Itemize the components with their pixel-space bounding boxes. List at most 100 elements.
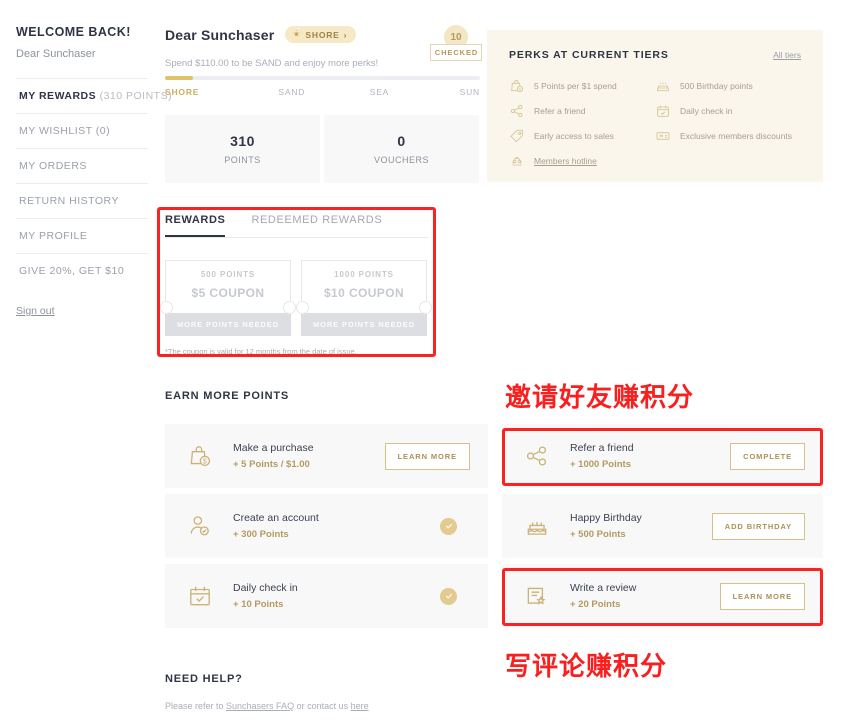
earn-row-points: + 20 Points — [570, 599, 720, 610]
vouchers-value: 0 — [397, 133, 405, 149]
coupon-points: 500 POINTS — [201, 270, 255, 279]
tab-rewards[interactable]: REWARDS — [165, 214, 225, 237]
svg-text:$: $ — [203, 459, 207, 466]
earn-row-make-a-purchase: $ Make a purchase + 5 Points / $1.00 LEA… — [165, 424, 488, 488]
complete-button[interactable]: COMPLETE — [730, 443, 805, 470]
tab-redeemed-rewards[interactable]: REDEEMED REWARDS — [251, 214, 382, 237]
perk-label: Early access to sales — [534, 131, 614, 141]
earn-row-text: Happy Birthday + 500 Points — [570, 512, 712, 540]
sign-out-link[interactable]: Sign out — [16, 305, 55, 317]
perk-label: 5 Points per $1 spend — [534, 81, 617, 91]
earn-row-name: Write a review — [570, 582, 720, 594]
coupon-validity-note: *The coupon is valid for 12 months from … — [165, 347, 428, 356]
tier-labels: SHORE SAND SEA SUN — [165, 87, 480, 97]
calendar-check-icon — [187, 583, 213, 609]
chevron-right-icon: › — [344, 30, 348, 40]
welcome-subtitle: Dear Sunchaser — [16, 48, 148, 60]
all-tiers-link[interactable]: All tiers — [773, 50, 801, 60]
perk-item: Exclusive members discounts — [655, 123, 801, 148]
earn-more-points-title: EARN MORE POINTS — [165, 390, 289, 402]
cake-icon — [524, 513, 550, 539]
earn-row-points: + 1000 Points — [570, 459, 730, 470]
earn-row-text: Create an account + 300 Points — [233, 512, 440, 540]
completed-check-icon — [440, 518, 457, 535]
coupon-redeem-button[interactable]: MORE POINTS NEEDED — [165, 313, 291, 336]
perk-label: Exclusive members discounts — [680, 131, 792, 141]
sidebar-item-my-wishlist[interactable]: MY WISHLIST (0) — [16, 113, 148, 148]
earn-row-name: Daily check in — [233, 582, 440, 594]
user-check-icon — [187, 513, 213, 539]
earn-row-points: + 500 Points — [570, 529, 712, 540]
share-icon — [509, 103, 525, 119]
sidebar-item-my-profile[interactable]: MY PROFILE — [16, 218, 148, 253]
learn-more-button[interactable]: LEARN MORE — [385, 443, 470, 470]
calendar-check-icon — [655, 103, 671, 119]
bag-dollar-icon: $ — [509, 78, 525, 94]
rewards-page: WELCOME BACK! Dear Sunchaser MY REWARDS … — [0, 0, 847, 727]
need-help-text: Please refer to Sunchasers FAQ or contac… — [165, 701, 369, 711]
current-tier-pill[interactable]: SHORE › — [285, 26, 356, 43]
stat-cards: 310 POINTS 0 VOUCHERS — [165, 115, 479, 183]
contact-link[interactable]: here — [351, 701, 369, 711]
learn-more-button[interactable]: LEARN MORE — [720, 583, 805, 610]
share-icon — [524, 443, 550, 469]
help-text-prefix: Please refer to — [165, 701, 226, 711]
coupon-value: $10 COUPON — [324, 286, 404, 300]
earn-row-points: + 300 Points — [233, 529, 440, 540]
coupon-value: $5 COUPON — [192, 286, 265, 300]
checked-badge[interactable]: 10 CHECKED — [430, 25, 482, 61]
perk-item: $ 5 Points per $1 spend — [509, 73, 655, 98]
earn-row-create-an-account: Create an account + 300 Points — [165, 494, 488, 558]
sidebar-item-give-get[interactable]: GIVE 20%, GET $10 — [16, 253, 148, 288]
sidebar-item-label: MY REWARDS — [19, 90, 96, 102]
perk-label: Refer a friend — [534, 106, 586, 116]
spend-progress-note: Spend $110.00 to be SAND and enjoy more … — [165, 58, 378, 69]
points-label: POINTS — [224, 155, 261, 165]
tier-label-shore: SHORE — [165, 87, 278, 97]
vouchers-label: VOUCHERS — [374, 155, 429, 165]
earn-row-points: + 5 Points / $1.00 — [233, 459, 385, 470]
earn-row-name: Happy Birthday — [570, 512, 712, 524]
greeting-row: Dear Sunchaser SHORE › — [165, 26, 356, 43]
faq-link[interactable]: Sunchasers FAQ — [226, 701, 294, 711]
earn-row-name: Refer a friend — [570, 442, 730, 454]
perks-list: $ 5 Points per $1 spend 500 Birthday poi… — [509, 73, 801, 173]
perk-item: Daily check in — [655, 98, 801, 123]
ticket-icon — [655, 128, 671, 144]
earn-row-text: Refer a friend + 1000 Points — [570, 442, 730, 470]
coupon-body: 1000 POINTS $10 COUPON — [301, 260, 427, 308]
earn-list-left: $ Make a purchase + 5 Points / $1.00 LEA… — [165, 424, 488, 634]
perks-header: PERKS AT CURRENT TIERS All tiers — [509, 49, 801, 61]
perk-item: Early access to sales — [509, 123, 655, 148]
perk-label-hotline[interactable]: Members hotline — [534, 156, 597, 166]
perks-title: PERKS AT CURRENT TIERS — [509, 49, 669, 61]
perk-item: Members hotline — [509, 148, 655, 173]
tag-icon — [509, 128, 525, 144]
earn-row-happy-birthday: Happy Birthday + 500 Points ADD BIRTHDAY — [502, 494, 823, 558]
earn-row-text: Make a purchase + 5 Points / $1.00 — [233, 442, 385, 470]
tier-progress-fill — [165, 76, 193, 80]
perk-item: 500 Birthday points — [655, 73, 801, 98]
welcome-title: WELCOME BACK! — [16, 25, 148, 39]
sun-icon — [292, 29, 301, 40]
perk-item: Refer a friend — [509, 98, 655, 123]
coupon-redeem-button[interactable]: MORE POINTS NEEDED — [301, 313, 427, 336]
sidebar-item-my-orders[interactable]: MY ORDERS — [16, 148, 148, 183]
annotation-write-review: 写评论赚积分 — [505, 646, 667, 683]
completed-check-icon — [440, 588, 457, 605]
account-sidebar: WELCOME BACK! Dear Sunchaser MY REWARDS … — [16, 25, 148, 319]
sidebar-item-return-history[interactable]: RETURN HISTORY — [16, 183, 148, 218]
earn-row-text: Daily check in + 10 Points — [233, 582, 440, 610]
earn-row-refer-a-friend: Refer a friend + 1000 Points COMPLETE — [502, 424, 823, 488]
coupon-body: 500 POINTS $5 COUPON — [165, 260, 291, 308]
points-card: 310 POINTS — [165, 115, 320, 183]
cake-icon — [655, 78, 671, 94]
earn-list-right: Refer a friend + 1000 Points COMPLETE Ha… — [502, 424, 823, 634]
annotation-refer-friend: 邀请好友赚积分 — [505, 377, 694, 414]
sidebar-item-my-rewards[interactable]: MY REWARDS (310 POINTS) — [16, 78, 148, 113]
add-birthday-button[interactable]: ADD BIRTHDAY — [712, 513, 805, 540]
tier-label-sea: SEA — [370, 87, 439, 97]
earn-row-daily-check-in: Daily check in + 10 Points — [165, 564, 488, 628]
sidebar-item-points: (310 POINTS) — [100, 90, 173, 102]
coupon-card: 1000 POINTS $10 COUPON MORE POINTS NEEDE… — [301, 260, 427, 336]
